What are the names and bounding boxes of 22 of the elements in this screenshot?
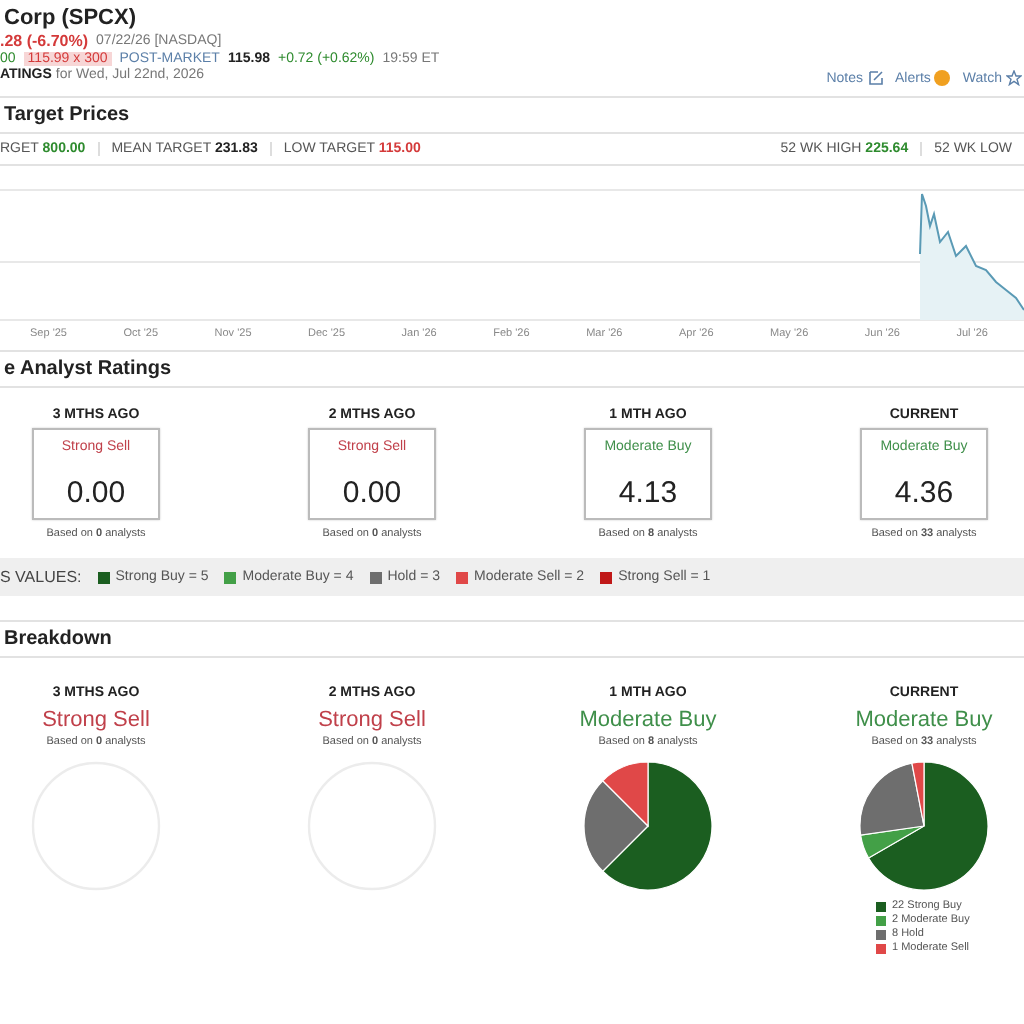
section-title: e Analyst Ratings xyxy=(0,350,1024,388)
section-title: Breakdown xyxy=(0,620,1024,658)
legend-swatch xyxy=(876,915,886,925)
rating-score: 4.13 xyxy=(618,476,678,510)
alert-badge-icon xyxy=(934,70,951,86)
company-title: Corp (SPCX) xyxy=(2,4,138,30)
legend-swatch xyxy=(876,929,886,939)
price-change: .28 (-6.70%) xyxy=(0,32,89,50)
edit-icon xyxy=(867,70,884,86)
rating-score: 0.00 xyxy=(342,476,402,510)
rating-label: Strong Sell xyxy=(42,708,150,732)
rating-score: 4.36 xyxy=(894,476,954,510)
section-title: Target Prices xyxy=(0,96,1024,134)
legend-title: S VALUES: xyxy=(0,568,82,586)
rating-label: Moderate Buy xyxy=(579,708,717,732)
price-line xyxy=(919,193,1024,320)
rating-label: Strong Sell xyxy=(318,708,426,732)
rating-label: Moderate Buy xyxy=(855,708,993,732)
star-icon xyxy=(1006,70,1022,86)
legend-swatch xyxy=(876,943,886,953)
legend-swatch xyxy=(876,901,886,911)
rating-score: 0.00 xyxy=(66,476,126,510)
